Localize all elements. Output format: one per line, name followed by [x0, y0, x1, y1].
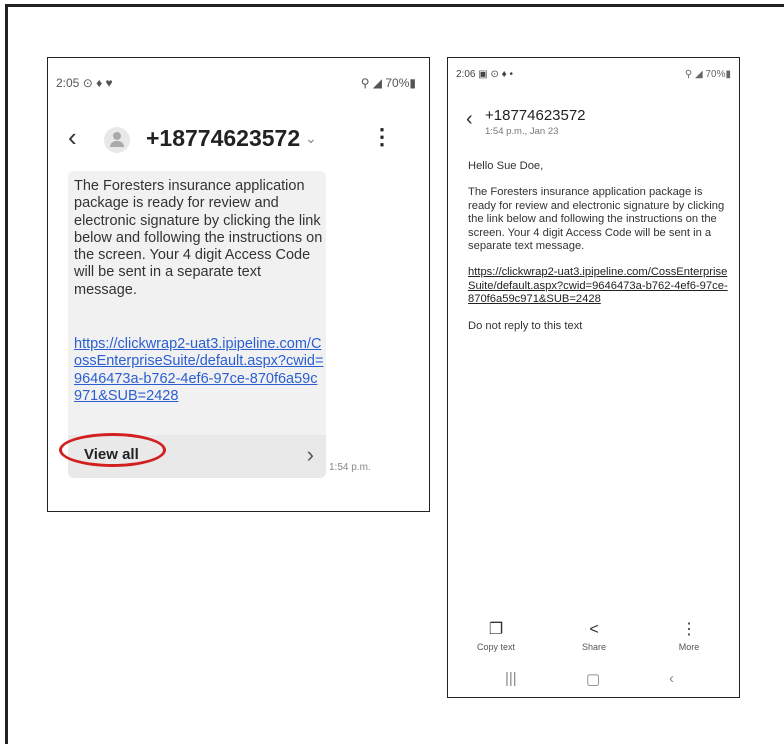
status-bar-right: ⚲ ◢ 70%▮: [684, 69, 731, 80]
message-link[interactable]: https://clickwrap2-uat3.ipipeline.com/Co…: [74, 336, 324, 405]
back-arrow-icon[interactable]: ‹: [466, 108, 473, 131]
message-link[interactable]: https://clickwrap2-uat3.ipipeline.com/Co…: [468, 266, 728, 305]
copy-icon: ❐: [488, 621, 504, 638]
status-icons: ⊙ ♦ ♥: [82, 76, 113, 90]
copy-text-button[interactable]: ❐ Copy text: [461, 621, 531, 653]
back-arrow-icon[interactable]: ‹: [68, 122, 77, 153]
message-bubble: The Foresters insurance application pack…: [68, 171, 326, 477]
status-bar-right: ⚲ ◢ 70%▮: [360, 76, 416, 90]
footer-text: Do not reply to this text: [468, 319, 583, 332]
share-label: Share: [581, 642, 607, 652]
view-all-row[interactable]: View all ›: [59, 433, 326, 478]
copy-text-label: Copy text: [476, 642, 516, 652]
left-screenshot: 2:05 ⊙ ♦ ♥ ⚲ ◢ 70%▮ ‹ +18774623572 ⌄ ⋮ T…: [47, 57, 430, 512]
status-time: 2:05: [56, 76, 80, 90]
greeting-text: Hello Sue Doe,: [468, 160, 544, 172]
more-button[interactable]: ⋮ More: [654, 621, 724, 653]
message-date: 1:54 p.m., Jan 23: [485, 126, 559, 137]
message-text: The Foresters insurance application pack…: [468, 186, 725, 253]
status-icons: ▣ ⊙ ♦ •: [478, 69, 514, 80]
status-bar-left: 2:05 ⊙ ♦ ♥: [56, 76, 113, 90]
status-time: 2:06: [456, 69, 476, 80]
chevron-down-icon[interactable]: ⌄: [305, 130, 317, 147]
more-icon: ⋮: [681, 621, 697, 638]
menu-icon[interactable]: ⋮: [371, 124, 393, 150]
message-time: 1:54 p.m.: [329, 462, 371, 473]
contact-number[interactable]: +18774623572: [146, 125, 300, 152]
status-bar-left: 2:06 ▣ ⊙ ♦ •: [456, 69, 513, 80]
contact-number: +18774623572: [485, 107, 586, 124]
share-icon: <: [589, 621, 599, 638]
chevron-right-icon[interactable]: ›: [307, 442, 314, 468]
message-text: The Foresters insurance application pack…: [74, 178, 323, 298]
avatar[interactable]: [104, 127, 130, 153]
view-all-button[interactable]: View all: [84, 446, 139, 463]
more-label: More: [678, 642, 700, 652]
recents-nav-icon[interactable]: |||: [505, 670, 517, 687]
share-button[interactable]: < Share: [559, 621, 629, 653]
back-nav-icon[interactable]: ‹: [669, 670, 674, 687]
message-body: Hello Sue Doe, The Foresters insurance a…: [468, 160, 730, 346]
right-screenshot: 2:06 ▣ ⊙ ♦ • ⚲ ◢ 70%▮ ‹ +18774623572 1:5…: [447, 57, 740, 698]
home-nav-icon[interactable]: ▢: [586, 670, 600, 688]
